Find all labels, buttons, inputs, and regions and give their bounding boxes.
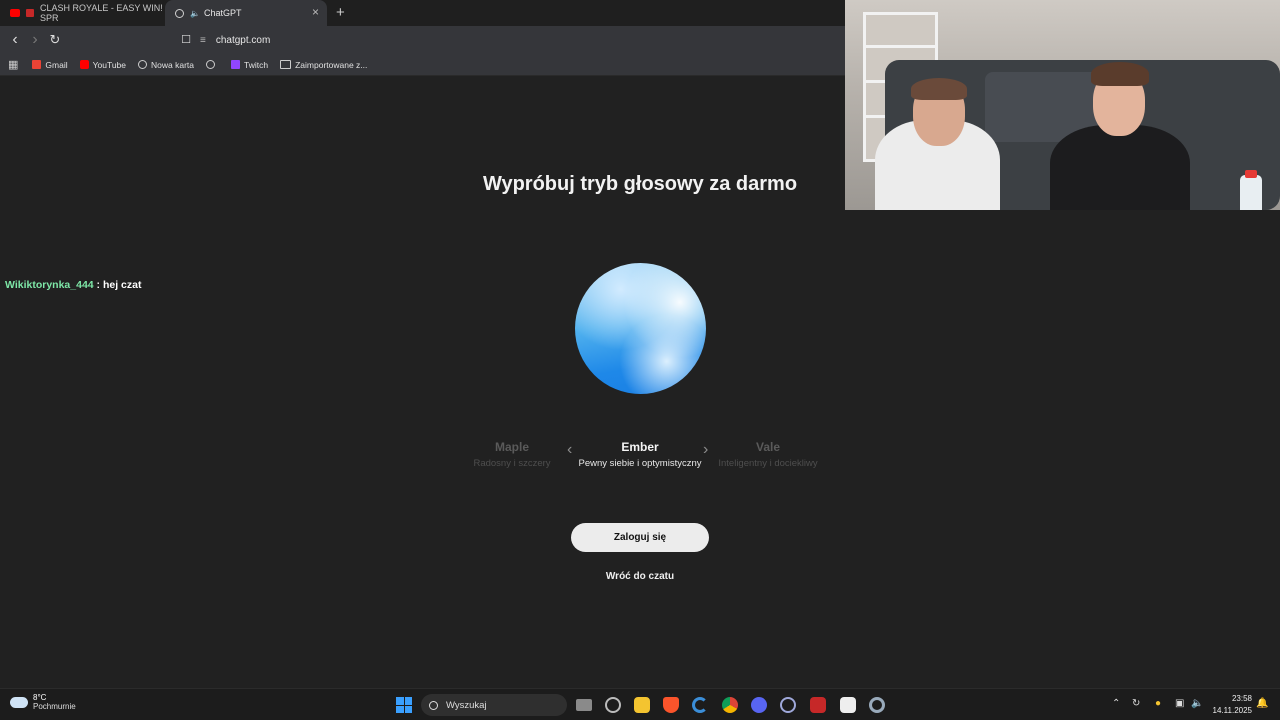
bookmark-nowa-karta[interactable]: Nowa karta — [138, 60, 194, 70]
chrome-icon[interactable] — [722, 697, 738, 713]
brave-icon[interactable] — [663, 697, 679, 713]
tab-label: ChatGPT — [203, 8, 242, 18]
search-placeholder: Wyszukaj — [446, 699, 487, 711]
voice-description: Pewny siebie i optymistyczny — [578, 458, 702, 469]
voice-option-ember[interactable]: Ember Pewny siebie i optymistyczny — [575, 440, 705, 469]
task-view-icon[interactable] — [576, 699, 592, 711]
person-right-hair — [1091, 62, 1149, 86]
weather-desc: Pochmurnie — [33, 702, 76, 711]
person-right-body — [1050, 125, 1190, 210]
obs-icon[interactable] — [605, 697, 621, 713]
chat-username: Wikiktorynka_444 — [5, 279, 94, 291]
chat-text: hej czat — [102, 279, 142, 291]
microphone-icon[interactable]: ● — [1155, 698, 1161, 709]
back-to-chat-link[interactable]: Wróć do czatu — [0, 571, 1280, 582]
clock-time: 23:58 — [1231, 694, 1252, 703]
sync-icon[interactable]: ↻ — [1132, 698, 1140, 709]
chevron-right-icon[interactable]: › — [703, 441, 708, 459]
chatgpt-icon — [175, 8, 184, 18]
chevron-left-icon[interactable]: ‹ — [567, 441, 572, 459]
new-tab-button[interactable]: + — [336, 4, 345, 21]
apps-grid-icon[interactable]: ▦ — [8, 58, 18, 71]
voice-option-vale[interactable]: Vale Inteligentny i dociekliwy — [713, 440, 823, 469]
chat-separator: : — [93, 279, 103, 291]
voice-name: Ember — [621, 440, 659, 454]
bottle — [1240, 175, 1262, 210]
address-bar[interactable]: ≡ chatgpt.com — [200, 29, 860, 51]
bookmark-globe[interactable] — [206, 60, 219, 69]
forward-arrow-icon[interactable]: › — [25, 30, 45, 50]
webcam-overlay — [845, 0, 1280, 210]
ccleaner-icon[interactable] — [692, 697, 708, 713]
url-text: chatgpt.com — [215, 34, 271, 46]
tab-label: CLASH ROYALE - EASY WIN! SPR — [40, 3, 163, 23]
windows-start-icon[interactable] — [396, 697, 412, 713]
gmail-icon — [32, 60, 42, 69]
back-arrow-icon[interactable]: ‹ — [5, 30, 25, 50]
clock-date: 14.11.2025 — [1212, 706, 1252, 715]
voice-option-maple[interactable]: Maple Radosny i szczery — [462, 440, 562, 469]
search-icon — [429, 700, 438, 710]
bookmark-twitch[interactable]: Twitch — [231, 60, 268, 70]
close-tab-icon[interactable]: × — [312, 6, 319, 18]
twitch-icon — [231, 60, 241, 69]
recording-icon — [26, 9, 34, 17]
volume-icon[interactable]: 🔈 — [1191, 698, 1203, 709]
notes-icon[interactable] — [840, 697, 856, 713]
system-clock[interactable]: 23:58 14.11.2025 — [1208, 693, 1252, 717]
taskbar-search[interactable]: Wyszukaj — [421, 694, 567, 716]
speaker-icon: 🔈 — [190, 8, 200, 18]
notification-bell-icon[interactable]: 🔔 — [1256, 698, 1268, 709]
voice-orb — [575, 263, 706, 394]
voice-description: Radosny i szczery — [473, 458, 551, 469]
file-explorer-icon[interactable] — [634, 697, 650, 713]
audio-app-icon[interactable] — [780, 697, 796, 713]
person-left-hair — [911, 78, 967, 100]
bookmark-label: Zaimportowane z... — [295, 59, 368, 70]
voice-name: Maple — [494, 440, 529, 454]
bookmark-gmail[interactable]: Gmail — [32, 59, 68, 70]
discord-icon[interactable] — [751, 697, 767, 713]
chevron-up-icon[interactable]: ⌃ — [1112, 698, 1120, 709]
windows-taskbar: 8°C Pochmurnie Wyszukaj ⌃ ↻ ● ▣ 🔈 23:58 … — [0, 688, 1280, 720]
cloud-icon — [10, 696, 28, 708]
bookmark-icon[interactable]: ☐ — [176, 30, 196, 50]
globe-icon — [206, 60, 216, 69]
folder-icon — [280, 60, 292, 69]
youtube-icon — [10, 9, 20, 17]
site-info-icon[interactable]: ≡ — [200, 35, 206, 46]
login-button[interactable]: Zaloguj się — [571, 523, 709, 552]
globe-icon — [138, 60, 148, 69]
voice-name: Vale — [755, 440, 781, 454]
tab-clash-royale[interactable]: CLASH ROYALE - EASY WIN! SPR — [0, 0, 163, 26]
bookmark-label: Gmail — [45, 59, 68, 70]
weather-temp: 8°C — [33, 693, 47, 702]
bookmark-label: Nowa karta — [151, 59, 195, 70]
weather-widget[interactable]: 8°C Pochmurnie — [10, 693, 76, 711]
tab-chatgpt[interactable]: 🔈 ChatGPT × — [165, 0, 327, 26]
bookmark-label: Twitch — [244, 59, 269, 70]
bottle-cap — [1245, 170, 1257, 178]
settings-gear-icon[interactable] — [869, 697, 885, 713]
display-icon[interactable]: ▣ — [1175, 698, 1184, 709]
youtube-icon — [79, 60, 89, 69]
bookmark-folder[interactable]: Zaimportowane z... — [280, 60, 367, 70]
stream-chat-message: Wikiktorynka_444 : hej czat — [5, 279, 141, 291]
bookmark-youtube[interactable]: YouTube — [79, 59, 127, 70]
bookmark-label: YouTube — [92, 59, 127, 70]
reload-icon[interactable]: ↻ — [45, 30, 65, 50]
game-app-icon[interactable] — [810, 697, 826, 713]
voice-description: Inteligentny i dociekliwy — [718, 458, 818, 469]
